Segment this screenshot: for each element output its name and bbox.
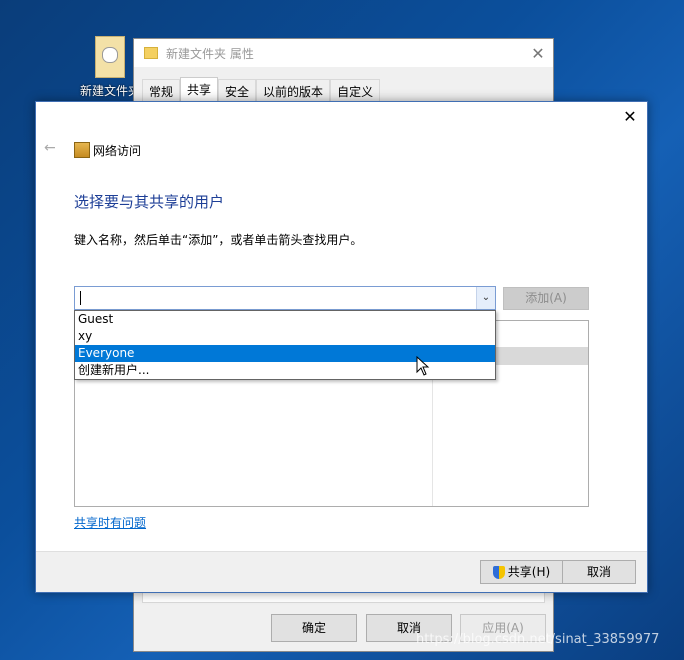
user-dropdown-list: Guest xy Everyone 创建新用户...	[74, 310, 496, 380]
desktop-icon-label: 新建文件夹	[80, 84, 141, 98]
tab-sharing[interactable]: 共享	[180, 77, 219, 103]
tab-general[interactable]: 常规	[142, 79, 181, 103]
tab-security[interactable]: 安全	[218, 79, 257, 103]
dialog-close-icon[interactable]: ✕	[619, 106, 641, 128]
network-users-icon	[74, 142, 90, 158]
dropdown-item-everyone[interactable]: Everyone	[75, 345, 495, 362]
share-button[interactable]: 共享(H)	[480, 560, 563, 584]
back-arrow-icon[interactable]: ←	[44, 140, 56, 156]
dropdown-item-xy[interactable]: xy	[75, 328, 495, 345]
share-button-label: 共享(H)	[507, 565, 551, 579]
mouse-cursor-icon	[416, 356, 430, 376]
properties-titlebar: 新建文件夹 属性 ✕	[134, 39, 553, 67]
user-name-combobox[interactable]: ⌄	[74, 286, 496, 310]
ok-button[interactable]: 确定	[271, 614, 357, 642]
text-caret	[80, 291, 81, 305]
tab-previous-versions[interactable]: 以前的版本	[256, 79, 331, 103]
properties-close-icon[interactable]: ✕	[523, 44, 553, 63]
chevron-down-icon[interactable]: ⌄	[476, 287, 495, 309]
dialog-footer: 共享(H) 取消	[36, 551, 647, 592]
dialog-header: 网络访问	[93, 144, 142, 158]
dropdown-item-guest[interactable]: Guest	[75, 311, 495, 328]
folder-icon	[144, 47, 158, 59]
watermark-text: https://blog.csdn.net/sinat_33859977	[416, 632, 660, 647]
tab-customize[interactable]: 自定义	[330, 79, 381, 103]
page-title: 选择要与其共享的用户	[74, 193, 225, 211]
uac-shield-icon	[492, 565, 505, 579]
dropdown-item-create-user[interactable]: 创建新用户...	[75, 362, 495, 379]
add-button[interactable]: 添加(A)	[503, 287, 589, 310]
sharing-help-link[interactable]: 共享时有问题	[74, 514, 146, 531]
network-access-dialog: ✕ ← 网络访问 选择要与其共享的用户 键入名称，然后单击“添加”，或者单击箭头…	[35, 101, 648, 593]
properties-tabs: 常规 共享 安全 以前的版本 自定义	[142, 77, 381, 103]
properties-title: 新建文件夹 属性	[166, 46, 254, 61]
folder-doc-icon	[95, 36, 125, 78]
desktop-folder-icon[interactable]: 新建文件夹	[80, 36, 140, 99]
instructions-text: 键入名称，然后单击“添加”，或者单击箭头查找用户。	[74, 233, 363, 247]
cancel-button[interactable]: 取消	[562, 560, 636, 584]
